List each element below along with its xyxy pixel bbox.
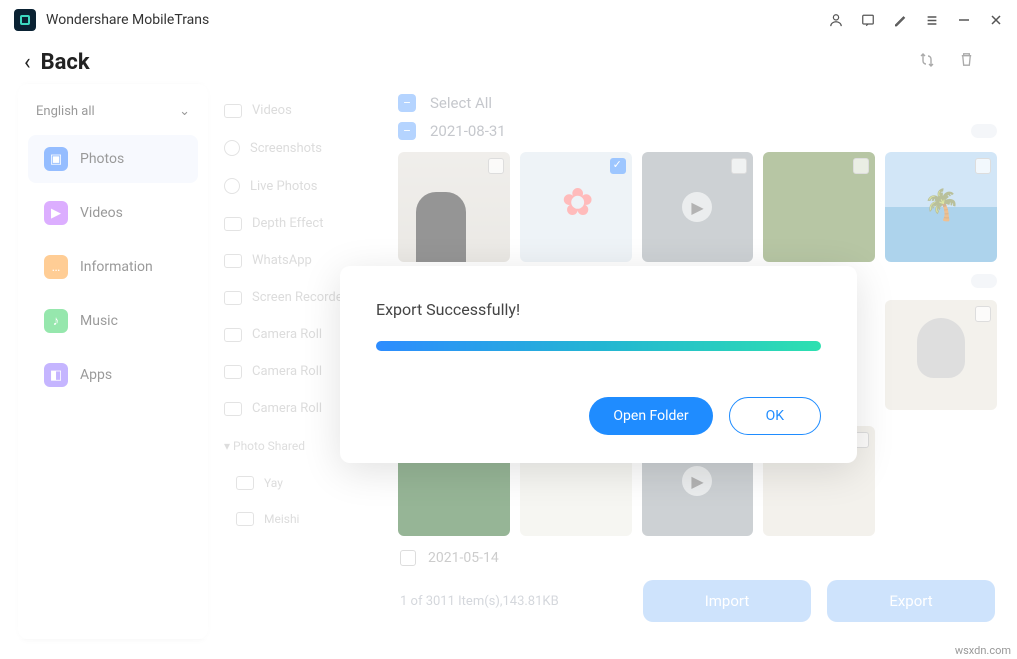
back-bar: ‹ Back [0, 40, 1017, 84]
trash-icon[interactable] [958, 51, 975, 73]
edit-icon[interactable] [893, 13, 907, 27]
menu-icon[interactable] [925, 13, 939, 27]
back-button[interactable]: ‹ Back [24, 50, 90, 75]
back-label: Back [41, 50, 90, 75]
user-icon[interactable] [829, 13, 843, 27]
title-bar: Wondershare MobileTrans [0, 0, 1017, 40]
app-logo [14, 9, 36, 31]
ok-button[interactable]: OK [729, 397, 821, 435]
watermark: wsxdn.com [955, 644, 1011, 657]
close-icon[interactable] [989, 13, 1003, 27]
open-folder-button[interactable]: Open Folder [589, 397, 712, 435]
minimize-icon[interactable] [957, 13, 971, 27]
chevron-left-icon: ‹ [24, 50, 31, 75]
app-title: Wondershare MobileTrans [46, 12, 209, 28]
feedback-icon[interactable] [861, 13, 875, 27]
progress-bar [376, 341, 821, 351]
refresh-icon[interactable] [918, 51, 936, 73]
export-success-dialog: Export Successfully! Open Folder OK [340, 266, 857, 463]
dialog-message: Export Successfully! [376, 300, 821, 319]
